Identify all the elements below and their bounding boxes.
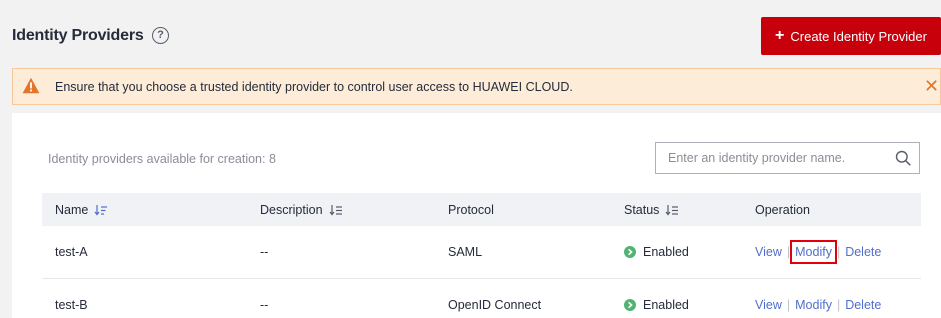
provider-description: -- bbox=[260, 298, 269, 312]
search-icon[interactable] bbox=[895, 150, 911, 166]
plus-icon: + bbox=[775, 27, 785, 44]
page-header: Identity Providers ? + Create Identity P… bbox=[0, 0, 941, 68]
available-count-text: Identity providers available for creatio… bbox=[48, 152, 276, 166]
provider-name: test-B bbox=[55, 298, 88, 312]
search-box bbox=[655, 142, 920, 174]
modify-link[interactable]: Modify bbox=[790, 240, 837, 264]
column-operation-label: Operation bbox=[755, 203, 810, 217]
column-name-label: Name bbox=[55, 203, 89, 217]
view-link[interactable]: View bbox=[755, 245, 782, 259]
column-header-status[interactable]: Status bbox=[624, 203, 679, 217]
column-header-operation: Operation bbox=[755, 203, 810, 217]
sort-icon[interactable] bbox=[665, 204, 679, 216]
close-icon[interactable]: ✕ bbox=[924, 75, 939, 97]
table-row: test-B -- OpenID Connect Enabled View | … bbox=[42, 279, 921, 318]
row-operations: View | Modify | Delete bbox=[755, 298, 881, 312]
status-text: Enabled bbox=[643, 298, 689, 312]
enabled-status-icon bbox=[624, 246, 636, 258]
warning-icon bbox=[22, 77, 40, 94]
modify-link[interactable]: Modify bbox=[795, 298, 832, 312]
status-badge: Enabled bbox=[624, 245, 689, 259]
identity-provider-panel: Identity providers available for creatio… bbox=[12, 113, 941, 318]
provider-protocol: OpenID Connect bbox=[448, 298, 542, 312]
delete-link[interactable]: Delete bbox=[845, 245, 881, 259]
column-description-label: Description bbox=[260, 203, 323, 217]
column-header-description[interactable]: Description bbox=[260, 203, 343, 217]
column-header-protocol: Protocol bbox=[448, 203, 494, 217]
provider-protocol: SAML bbox=[448, 245, 483, 259]
search-input[interactable] bbox=[656, 143, 886, 173]
help-icon[interactable]: ? bbox=[152, 27, 169, 44]
separator: | bbox=[836, 245, 841, 259]
column-protocol-label: Protocol bbox=[448, 203, 494, 217]
view-link[interactable]: View bbox=[755, 298, 782, 312]
column-header-name[interactable]: Name bbox=[55, 203, 108, 217]
enabled-status-icon bbox=[624, 299, 636, 311]
separator: | bbox=[786, 245, 791, 259]
status-badge: Enabled bbox=[624, 298, 689, 312]
column-status-label: Status bbox=[624, 203, 660, 217]
separator: | bbox=[786, 298, 791, 312]
provider-description: -- bbox=[260, 245, 269, 259]
create-button-label: Create Identity Provider bbox=[790, 28, 927, 44]
table-row: test-A -- SAML Enabled View | Modify | D… bbox=[42, 226, 921, 279]
alert-message: Ensure that you choose a trusted identit… bbox=[55, 80, 573, 94]
sort-icon[interactable] bbox=[329, 204, 343, 216]
page-title: Identity Providers bbox=[12, 27, 144, 44]
row-operations: View | Modify | Delete bbox=[755, 240, 881, 264]
create-identity-provider-button[interactable]: + Create Identity Provider bbox=[761, 17, 941, 55]
provider-name: test-A bbox=[55, 245, 88, 259]
separator: | bbox=[836, 298, 841, 312]
table-header: Name Description Protocol Status Operati… bbox=[42, 193, 921, 226]
sort-icon[interactable] bbox=[94, 204, 108, 216]
status-text: Enabled bbox=[643, 245, 689, 259]
delete-link[interactable]: Delete bbox=[845, 298, 881, 312]
warning-alert: Ensure that you choose a trusted identit… bbox=[12, 68, 941, 105]
